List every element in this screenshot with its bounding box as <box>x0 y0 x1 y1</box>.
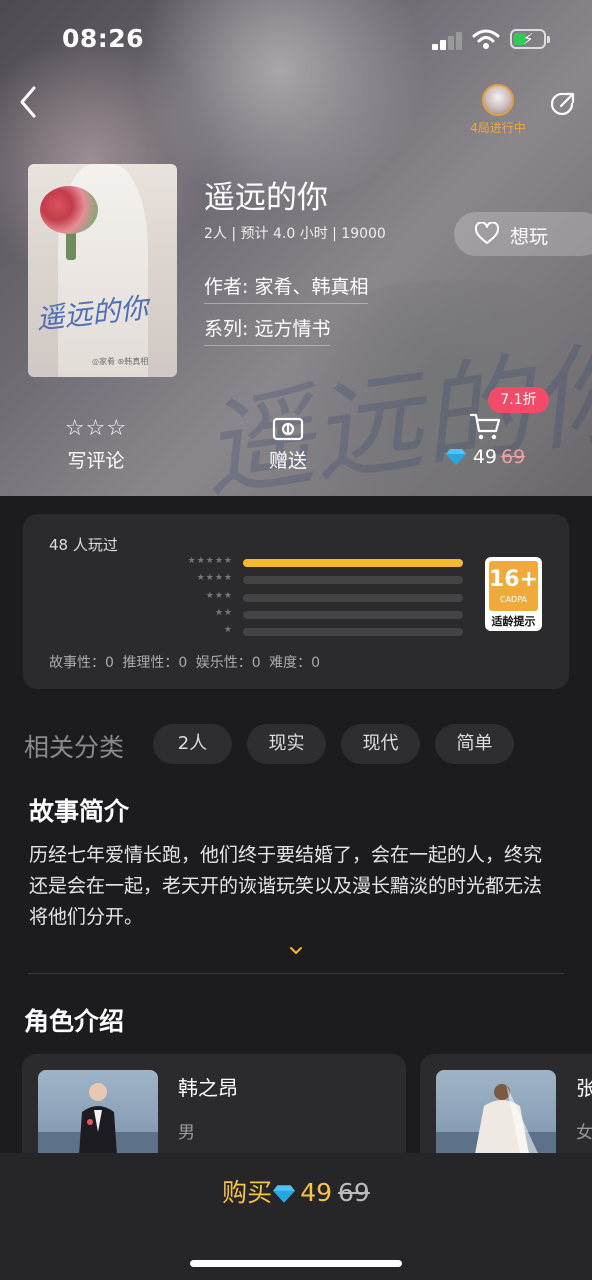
rating-star-label: ★★★★ <box>196 573 233 583</box>
gift-icon <box>272 417 304 441</box>
write-review-button[interactable]: ☆☆☆ 写评论 <box>56 416 136 473</box>
rating-bar <box>243 594 463 602</box>
category-tag[interactable]: 现代 <box>341 724 420 764</box>
character-gender: 男 <box>178 1123 195 1143</box>
price-original: 69 <box>501 446 526 468</box>
game-title: 遥远的你 <box>204 180 328 216</box>
story-title: 故事简介 <box>29 797 130 826</box>
rating-dimensions: 故事性：0 推理性：0 娱乐性：0 难度：0 <box>49 655 320 671</box>
want-to-play-label: 想玩 <box>510 226 549 248</box>
cover-authors-art: ◎家肴 ⊛韩真相 <box>92 357 149 366</box>
wifi-icon <box>472 29 500 49</box>
share-icon <box>550 92 575 116</box>
buy-button[interactable]: 购买 49 69 <box>0 1173 592 1209</box>
status-bar: 08:26 ⚡ <box>0 0 592 80</box>
avatar <box>482 84 514 116</box>
characters-title: 角色介绍 <box>24 1007 125 1036</box>
gift-button[interactable]: 赠送 <box>248 416 328 473</box>
rating-bar <box>243 559 463 567</box>
rating-star-label: ★★★★★ <box>187 556 233 566</box>
game-author-link[interactable]: 作者: 家肴、韩真相 <box>204 272 369 304</box>
character-name: 张 <box>576 1076 592 1100</box>
write-review-label: 写评论 <box>67 450 125 472</box>
categories-title: 相关分类 <box>24 733 125 762</box>
age-rating-caption: 适龄提示 <box>491 615 536 628</box>
ongoing-games-button[interactable]: 4局进行中 <box>466 84 530 136</box>
game-detail-page: 遥远的你 08:26 ⚡ 4局进行中 遥远的你 ◎家肴 ⊛韩真相 遥远的你 2人… <box>0 0 592 1280</box>
rating-bar <box>243 611 463 619</box>
buy-original-price: 69 <box>338 1178 370 1207</box>
back-button[interactable] <box>14 82 46 122</box>
rating-bar <box>243 628 463 636</box>
character-gender: 女 <box>576 1123 592 1143</box>
want-to-play-button[interactable]: 想玩 <box>454 212 592 256</box>
status-time: 08:26 <box>62 24 145 53</box>
gift-label: 赠送 <box>268 450 307 472</box>
cellular-signal-icon <box>432 30 464 50</box>
buy-label: 购买 <box>222 1178 273 1207</box>
chevron-left-icon <box>20 86 36 118</box>
cart-buy-button[interactable]: 49 69 <box>430 412 540 468</box>
price-current: 49 <box>472 446 498 468</box>
chevron-down-icon <box>290 947 302 954</box>
category-tag[interactable]: 2人 <box>153 724 232 764</box>
battery-icon: ⚡ <box>510 29 550 49</box>
category-tag[interactable]: 简单 <box>435 724 514 764</box>
star-outline-icon: ☆☆☆ <box>64 416 128 441</box>
home-indicator <box>190 1260 402 1267</box>
age-rating-badge: 16+ CADPA 适龄提示 <box>485 557 542 631</box>
expand-button[interactable] <box>287 942 305 961</box>
rating-bar-fill <box>243 559 463 567</box>
ongoing-games-label: 4局进行中 <box>470 121 526 135</box>
age-rating-value: 16+ <box>489 567 539 592</box>
rating-star-label: ★★ <box>214 608 233 618</box>
diamond-icon <box>273 1185 296 1203</box>
discount-badge: 7.1折 <box>488 387 549 413</box>
diamond-icon <box>445 449 466 465</box>
category-tag[interactable]: 现实 <box>247 724 326 764</box>
rating-star-label: ★★★ <box>205 591 233 601</box>
buy-price: 49 <box>300 1178 332 1207</box>
character-name: 韩之昂 <box>178 1076 238 1100</box>
heart-icon <box>474 222 500 244</box>
rating-bar <box>243 576 463 584</box>
game-cover: 遥远的你 ◎家肴 ⊛韩真相 <box>28 164 177 377</box>
played-count: 48 人玩过 <box>49 536 118 554</box>
age-rating-org: CADPA <box>499 595 527 604</box>
game-series-link[interactable]: 系列: 远方情书 <box>204 314 331 346</box>
story-text: 历经七年爱情长跑，他们终于要结婚了，会在一起的人，终究还是会在一起，老天开的诙谐… <box>29 844 543 928</box>
rating-star-label: ★ <box>223 625 233 635</box>
cart-icon <box>469 413 501 440</box>
rating-card: 48 人玩过 ★★★★★ ★★★★ ★★★ ★★ ★ 16+ CADPA 适龄提示 故事… <box>23 514 569 689</box>
share-button[interactable] <box>548 89 578 119</box>
game-meta: 2人 | 预计 4.0 小时 | 19000 <box>204 226 386 242</box>
divider <box>28 973 564 974</box>
